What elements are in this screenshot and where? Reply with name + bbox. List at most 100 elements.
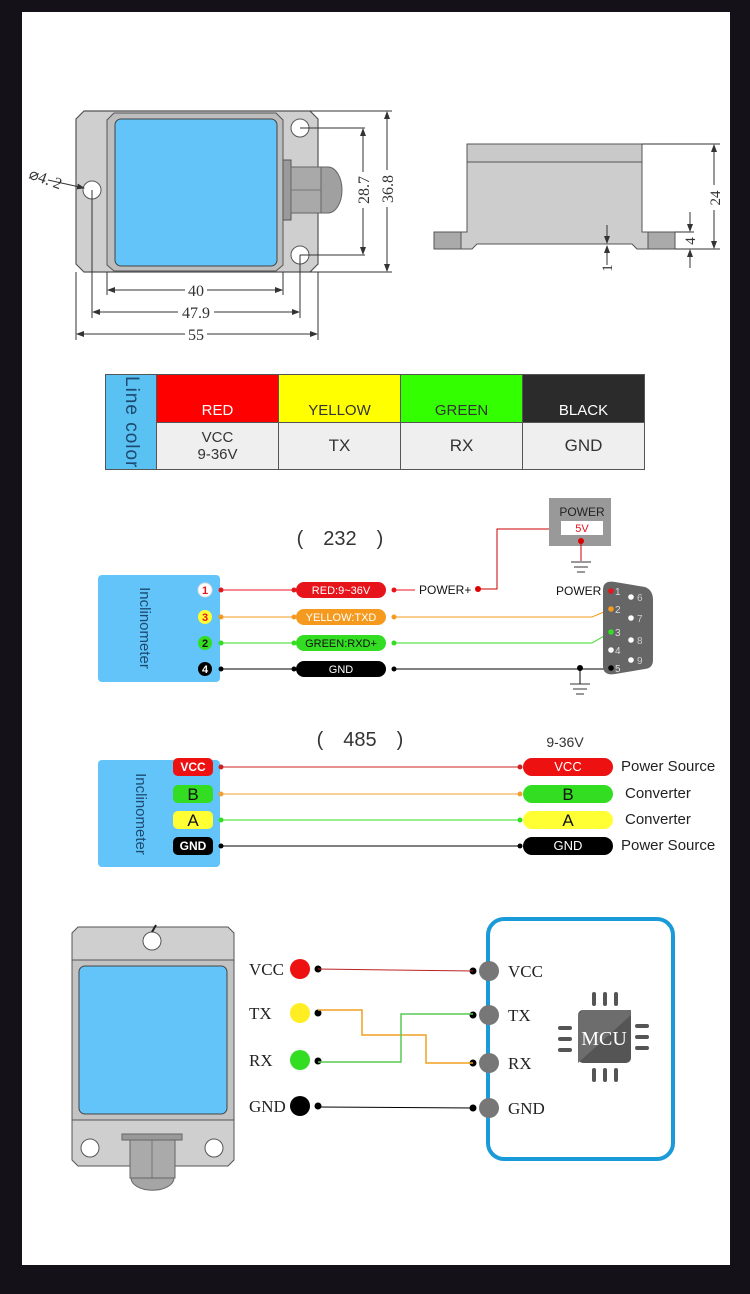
sensor-pin-dot (290, 1003, 310, 1023)
sensor-pin-row: GND (249, 1096, 477, 1116)
ground-icon (570, 683, 590, 695)
target-pin-label: GND (554, 838, 583, 853)
pin-number: 4 (202, 664, 209, 676)
wire-dot (218, 587, 224, 593)
wire-dot (291, 587, 297, 593)
pin-number: 3 (202, 612, 208, 624)
dim-hole-diameter: ⌀4. 2 (27, 166, 64, 193)
db9-pin-number: 2 (615, 605, 621, 616)
db9-pin (628, 637, 634, 643)
rs232-wire-row: 3 YELLOW:TXD (198, 608, 612, 625)
wire-rx (318, 1013, 473, 1063)
sensor-pin-label: RX (249, 1051, 273, 1070)
power-box-title: POWER (559, 505, 605, 519)
dim-height-total: 36.8 (380, 175, 397, 203)
wire-dot (291, 666, 297, 672)
sensor-device-illustration (71, 924, 235, 1191)
mount-hole (204, 1138, 224, 1158)
wire-dot (517, 843, 523, 849)
mount-hole (142, 931, 162, 951)
wire-dot (218, 843, 224, 849)
pin-label: A (187, 811, 199, 830)
signal-tx: TX (278, 422, 401, 470)
wire-dot (517, 764, 523, 770)
top-view-drawing: ⌀4. 2 40 47.9 55 28.7 36.8 (27, 110, 397, 344)
mcu-pin-label: GND (508, 1099, 545, 1118)
wire-gnd (317, 1106, 474, 1109)
wiring-diagram-canvas: ⌀4. 2 40 47.9 55 28.7 36.8 24 4 1 (232 … (27, 110, 724, 1191)
rs485-wire-row: B B Converter (173, 785, 691, 804)
dim-width-inner: 40 (188, 283, 204, 300)
mcu-label: MCU (581, 1028, 627, 1050)
db9-pin-number: 5 (615, 664, 621, 675)
dim-side-height: 24 (708, 190, 724, 206)
dim-hole-spacing-y: 28.7 (356, 176, 373, 204)
rs485-title: ( 485 ) (317, 729, 404, 751)
wire-tx (318, 1009, 473, 1064)
target-label: Power Source (621, 837, 715, 854)
line-color-table: Line color RED YELLOW GREEN BLACK VCC 9-3… (105, 374, 645, 470)
wire-label: YELLOW:TXD (306, 612, 377, 624)
sensor-pin-dot (290, 959, 310, 979)
wire-dot (218, 764, 224, 770)
wire-dot (218, 640, 224, 646)
db9-pin (608, 647, 614, 653)
rs485-supply-label: 9-36V (546, 734, 584, 750)
mcu-pin-label: TX (508, 1006, 531, 1025)
target-pin-label: B (562, 785, 573, 804)
pin-number: 1 (202, 585, 208, 597)
power-box-value: 5V (575, 523, 589, 535)
pin-number: 2 (202, 638, 208, 650)
db9-pin-number: 4 (615, 646, 621, 657)
wire-label: GND (329, 664, 354, 676)
color-swatch-red: RED (156, 374, 279, 423)
wire-line (394, 631, 612, 644)
db9-pin-number: 3 (615, 628, 621, 639)
wire-label: RED:9~36V (312, 585, 371, 597)
wire-dot (218, 666, 224, 672)
sensor-pin-row: RX (249, 1050, 477, 1070)
db9-pin-number: 7 (637, 614, 643, 625)
signal-gnd: GND (522, 422, 645, 470)
target-label: Converter (625, 811, 691, 828)
sensor-pin-dot (290, 1050, 310, 1070)
wire-dot (291, 640, 297, 646)
wire-line (394, 608, 612, 618)
wire-dot (218, 817, 224, 823)
dim-width-total: 55 (188, 327, 204, 344)
ground-icon (571, 561, 591, 573)
dim-hole-spacing-x: 47.9 (182, 305, 210, 322)
wire-dot (517, 817, 523, 823)
inclinometer-label: Inclinometer (132, 773, 149, 855)
dim-base-offset: 1 (600, 264, 616, 272)
dim-flange-height: 4 (683, 237, 699, 245)
side-view-drawing: 24 4 1 (433, 143, 724, 272)
db9-pin (608, 629, 614, 635)
db9-pin (628, 594, 634, 600)
rs485-wire-row: VCC VCC Power Source (173, 758, 715, 776)
color-swatch-green: GREEN (400, 374, 523, 423)
mcu-pin-dot (479, 1098, 499, 1118)
db9-pin-number: 6 (637, 593, 643, 604)
pin-label: B (187, 785, 198, 804)
rs232-wire-row: 2 GREEN:RXD+ (198, 631, 612, 651)
wire-dot (517, 791, 523, 797)
db9-pin (628, 615, 634, 621)
wire-dot (291, 614, 297, 620)
wire-dot (218, 614, 224, 620)
mcu-pin-dot (479, 1005, 499, 1025)
wire-terminal (469, 1011, 477, 1019)
sensor-pin-label: GND (249, 1097, 286, 1116)
db9-power-label: POWER (556, 584, 602, 598)
target-label: Power Source (621, 758, 715, 775)
wire-label: GREEN:RXD+ (305, 638, 377, 650)
inclinometer-label: Inclinometer (136, 587, 153, 669)
mcu-pin-dot (479, 1053, 499, 1073)
rs232-wire-row: 4 GND (198, 661, 611, 677)
wire-terminal (314, 1057, 322, 1065)
wire-terminal (314, 1102, 322, 1110)
mount-hole (80, 1138, 100, 1158)
rs232-section: ( 232 ) Inclinometer 1 RED:9~36V 3 YELLOW:T… (98, 498, 653, 695)
db9-pin (608, 606, 614, 612)
target-pin-label: VCC (554, 759, 581, 774)
